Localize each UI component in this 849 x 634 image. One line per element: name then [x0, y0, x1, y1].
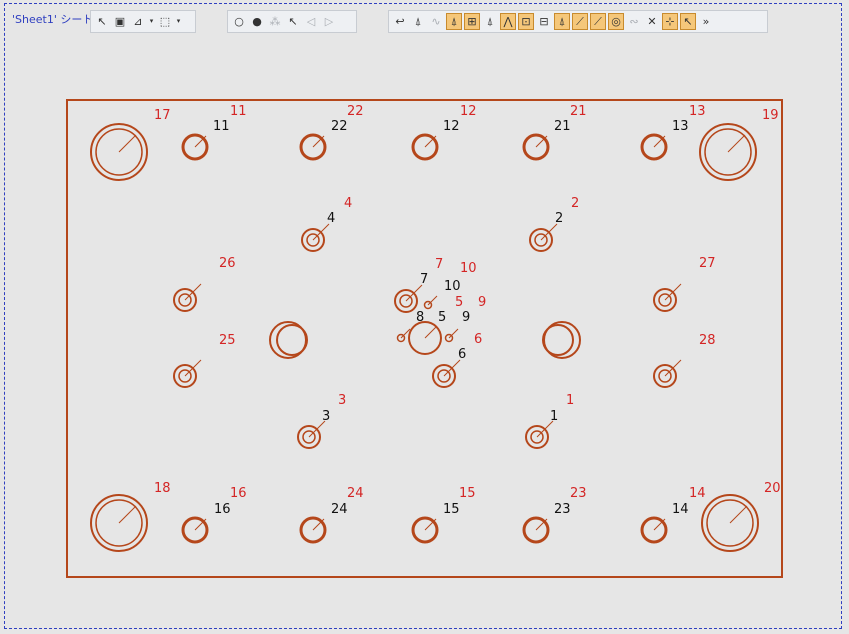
hole-12[interactable]: [411, 133, 439, 161]
hole-11[interactable]: [181, 133, 209, 161]
hole-3[interactable]: [297, 420, 326, 449]
hole-18[interactable]: [90, 494, 148, 552]
hole-24[interactable]: [299, 516, 327, 544]
hole-label-black: 3: [322, 409, 330, 424]
hole-27[interactable]: [653, 283, 682, 312]
eccentric-boss[interactable]: [269, 321, 308, 359]
hole-1[interactable]: [525, 420, 554, 449]
hole-21[interactable]: [522, 133, 550, 161]
hole-label-black: 9: [462, 310, 470, 325]
hole-label-red: 21: [570, 104, 587, 119]
hole-label-black: 21: [554, 119, 571, 134]
hole-label-red: 4: [344, 196, 352, 211]
hole-label-red: 22: [347, 104, 364, 119]
drawing-canvas[interactable]: 17 1111222212122121131319442226 2777101055…: [0, 0, 849, 634]
hole-6[interactable]: [432, 359, 461, 388]
hole-label-black: 15: [443, 502, 460, 517]
hole-label-red: 14: [689, 486, 706, 501]
hole-20[interactable]: [701, 494, 759, 552]
hole-label-red: 28: [699, 333, 716, 348]
hole-22[interactable]: [299, 133, 327, 161]
hole-label-black: 4: [327, 211, 335, 226]
hole-label-red: 6: [474, 332, 482, 347]
hole-label-red: 2: [571, 196, 579, 211]
hole-label-red: 15: [459, 486, 476, 501]
hole-label-red: 16: [230, 486, 247, 501]
hole-15[interactable]: [411, 516, 439, 544]
hole-label-red: 27: [699, 256, 716, 271]
hole-label-red: 25: [219, 333, 236, 348]
hole-label-red: 3: [338, 393, 346, 408]
hole-label-red: 17: [154, 108, 171, 123]
hole-label-black: 1: [550, 409, 558, 424]
hole-label-red: 7: [435, 257, 443, 272]
hole-5[interactable]: [408, 321, 442, 355]
hole-17[interactable]: [90, 123, 148, 181]
hole-label-red: 26: [219, 256, 236, 271]
hole-label-red: 9: [478, 295, 486, 310]
hole-label-red: 19: [762, 108, 779, 123]
hole-28[interactable]: [653, 359, 682, 388]
hole-label-black: 14: [672, 502, 689, 517]
hole-13[interactable]: [640, 133, 668, 161]
hole-10[interactable]: [423, 295, 438, 310]
hole-label-red: 12: [460, 104, 477, 119]
hole-label-red: 18: [154, 481, 171, 496]
hole-26[interactable]: [173, 283, 202, 312]
hole-25[interactable]: [173, 359, 202, 388]
hole-19[interactable]: [699, 123, 757, 181]
hole-label-black: 6: [458, 347, 466, 362]
hole-label-black: 2: [555, 211, 563, 226]
hole-label-black: 12: [443, 119, 460, 134]
hole-label-black: 22: [331, 119, 348, 134]
hole-label-black: 23: [554, 502, 571, 517]
hole-14[interactable]: [640, 516, 668, 544]
hole-7[interactable]: [394, 284, 423, 313]
hole-label-red: 13: [689, 104, 706, 119]
hole-label-red: 1: [566, 393, 574, 408]
hole-label-black: 11: [213, 119, 230, 134]
hole-label-red: 24: [347, 486, 364, 501]
hole-label-black: 16: [214, 502, 231, 517]
hole-label-black: 10: [444, 279, 461, 294]
hole-label-red: 23: [570, 486, 587, 501]
hole-label-black: 13: [672, 119, 689, 134]
hole-label-black: 7: [420, 272, 428, 287]
eccentric-boss[interactable]: [542, 321, 581, 359]
hole-label-red: 20: [764, 481, 781, 496]
hole-2[interactable]: [529, 223, 558, 252]
hole-9[interactable]: [444, 328, 459, 343]
hole-4[interactable]: [301, 223, 330, 252]
hole-23[interactable]: [522, 516, 550, 544]
hole-label-black: 24: [331, 502, 348, 517]
hole-label-black: 5: [438, 310, 446, 325]
hole-label-black: 8: [416, 310, 424, 325]
hole-16[interactable]: [181, 516, 209, 544]
hole-label-red: 5: [455, 295, 463, 310]
hole-label-red: 11: [230, 104, 247, 119]
hole-label-red: 10: [460, 261, 477, 276]
